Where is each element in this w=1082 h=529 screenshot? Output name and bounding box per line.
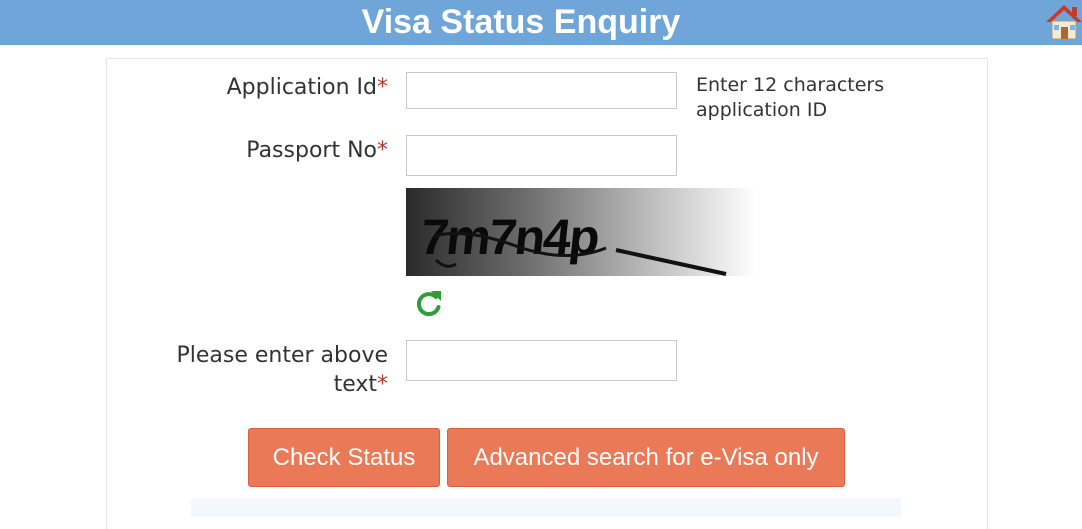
- check-status-button[interactable]: Check Status: [248, 428, 440, 487]
- advanced-search-button[interactable]: Advanced search for e-Visa only: [447, 428, 845, 487]
- application-id-label: Application Id*: [226, 75, 388, 100]
- required-mark: *: [377, 75, 388, 100]
- required-mark: *: [377, 138, 388, 163]
- page-header: Visa Status Enquiry: [0, 0, 1082, 45]
- page-title: Visa Status Enquiry: [361, 3, 681, 41]
- captcha-input[interactable]: [406, 340, 677, 381]
- captcha-input-label: Please enter above text*: [176, 343, 388, 397]
- required-mark: *: [377, 372, 388, 397]
- info-strip: [191, 498, 901, 517]
- passport-no-label: Passport No*: [246, 138, 388, 163]
- captcha-image: 7m7n4p: [406, 188, 756, 276]
- application-id-input[interactable]: [406, 72, 677, 109]
- application-id-hint: Enter 12 characters application ID: [696, 74, 885, 121]
- home-icon[interactable]: [1044, 3, 1082, 41]
- refresh-icon[interactable]: [413, 288, 445, 320]
- passport-no-input[interactable]: [406, 135, 677, 176]
